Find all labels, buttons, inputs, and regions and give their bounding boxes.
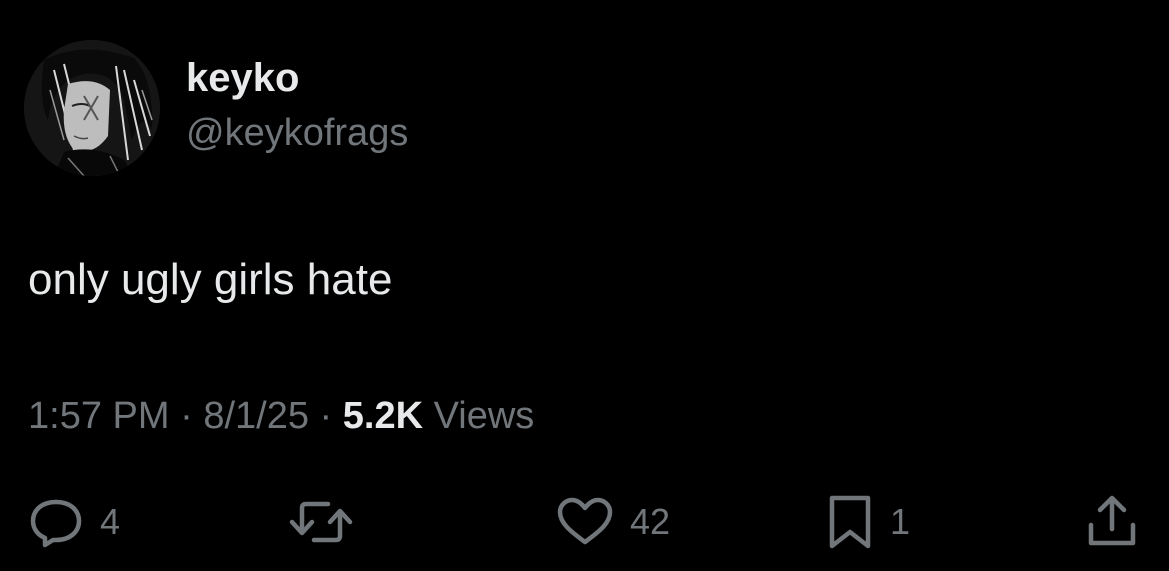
share-button[interactable] <box>1086 495 1138 548</box>
retweet-icon <box>289 501 353 543</box>
avatar-image <box>24 40 160 176</box>
tweet-meta: 1:57 PM · 8/1/25 · 5.2K Views <box>28 393 534 439</box>
tweet-date[interactable]: 8/1/25 <box>203 395 309 437</box>
bookmark-count: 1 <box>890 501 911 542</box>
bookmark-button[interactable]: 1 <box>826 495 911 549</box>
views-count: 5.2K <box>342 395 424 437</box>
views-label: Views <box>433 395 535 437</box>
reply-count: 4 <box>100 501 121 542</box>
reply-icon <box>30 499 82 548</box>
avatar[interactable] <box>24 40 160 176</box>
like-button[interactable]: 42 <box>556 496 670 548</box>
meta-separator: · <box>319 395 333 437</box>
author-display-name[interactable]: keyko <box>186 54 299 102</box>
bookmark-icon <box>829 495 871 549</box>
meta-separator: · <box>180 395 193 437</box>
tweet-text: only ugly girls hate <box>28 255 393 304</box>
retweet-button[interactable] <box>288 496 370 548</box>
author-handle[interactable]: @keykofrags <box>186 110 408 156</box>
tweet-time[interactable]: 1:57 PM <box>28 395 170 437</box>
like-icon <box>557 497 613 545</box>
like-count: 42 <box>630 501 671 542</box>
reply-button[interactable]: 4 <box>28 496 120 548</box>
share-icon <box>1088 495 1136 546</box>
